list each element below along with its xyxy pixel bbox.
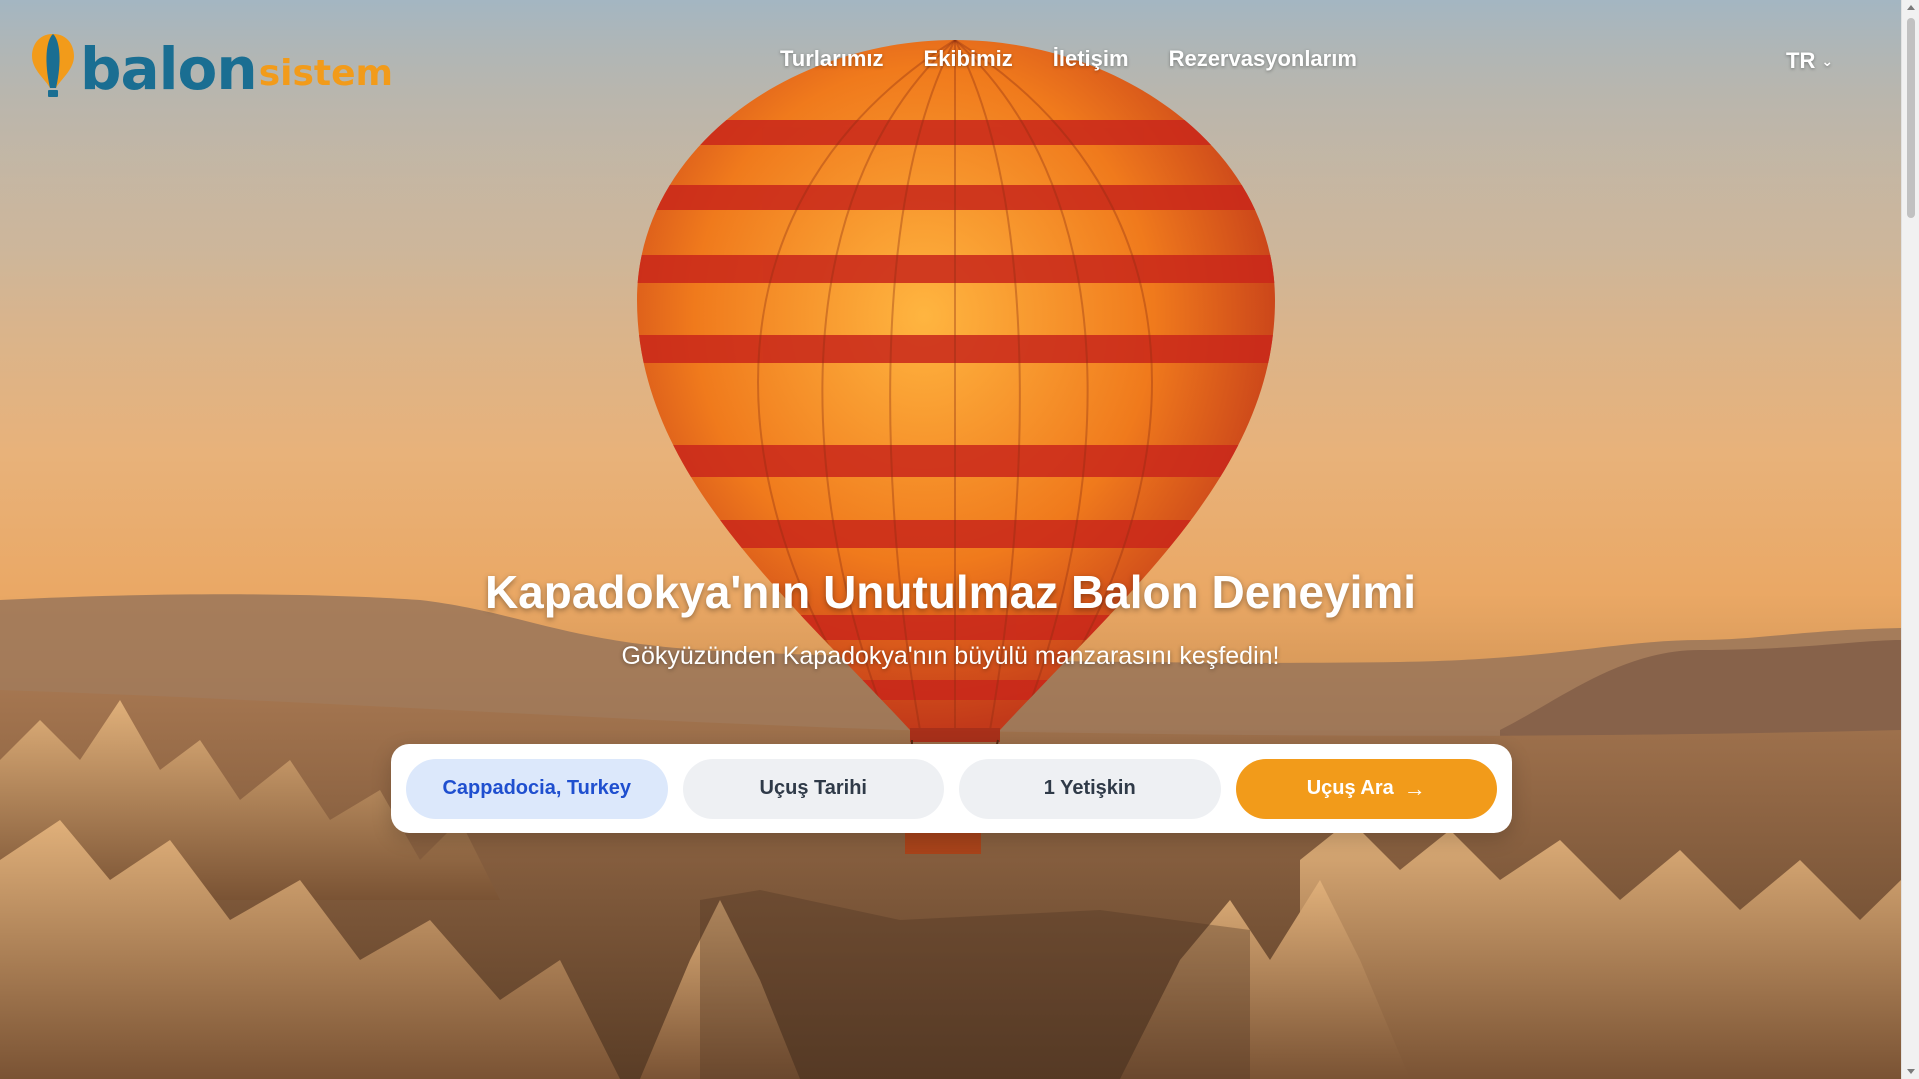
chevron-down-icon: ⌄ xyxy=(1821,52,1834,69)
location-field[interactable]: Cappadocia, Turkey xyxy=(406,758,668,819)
main-nav: Turlarımız Ekibimiz İletişim Rezervasyon… xyxy=(780,46,1357,72)
nav-item-reservations[interactable]: Rezervasyonlarım xyxy=(1169,46,1357,72)
guests-field[interactable]: 1 Yetişkin xyxy=(959,758,1221,819)
arrow-right-icon: → xyxy=(1403,775,1426,801)
brand-name: balon xyxy=(80,35,258,103)
vertical-scrollbar[interactable] xyxy=(1901,0,1919,1079)
balloon-logo-icon xyxy=(32,34,74,97)
brand-logo[interactable]: balon sistem xyxy=(30,28,393,98)
nav-item-contact[interactable]: İletişim xyxy=(1053,46,1129,72)
search-flights-label: Uçuş Ara xyxy=(1306,777,1394,799)
hero-section: balon sistem Turlarımız Ekibimiz İletişi… xyxy=(0,0,1901,1079)
brand-subname: sistem xyxy=(258,53,394,94)
search-flights-button[interactable]: Uçuş Ara → xyxy=(1235,758,1497,819)
scroll-down-arrow-icon[interactable] xyxy=(1907,1069,1915,1074)
scrollbar-thumb[interactable] xyxy=(1907,18,1915,218)
scroll-up-arrow-icon[interactable] xyxy=(1907,5,1915,10)
nav-item-team[interactable]: Ekibimiz xyxy=(924,46,1013,72)
hero-subtitle: Gökyüzünden Kapadokya'nın büyülü manzara… xyxy=(621,642,1280,670)
flight-date-field[interactable]: Uçuş Tarihi xyxy=(682,758,944,819)
language-selector[interactable]: TR ⌄ xyxy=(1786,48,1833,74)
nav-item-tours[interactable]: Turlarımız xyxy=(780,46,884,72)
language-label: TR xyxy=(1786,48,1816,73)
hero-background-image xyxy=(0,0,1901,1079)
flight-search-form: Cappadocia, Turkey Uçuş Tarihi 1 Yetişki… xyxy=(391,744,1512,833)
hero-title: Kapadokya'nın Unutulmaz Balon Deneyimi xyxy=(484,566,1417,618)
